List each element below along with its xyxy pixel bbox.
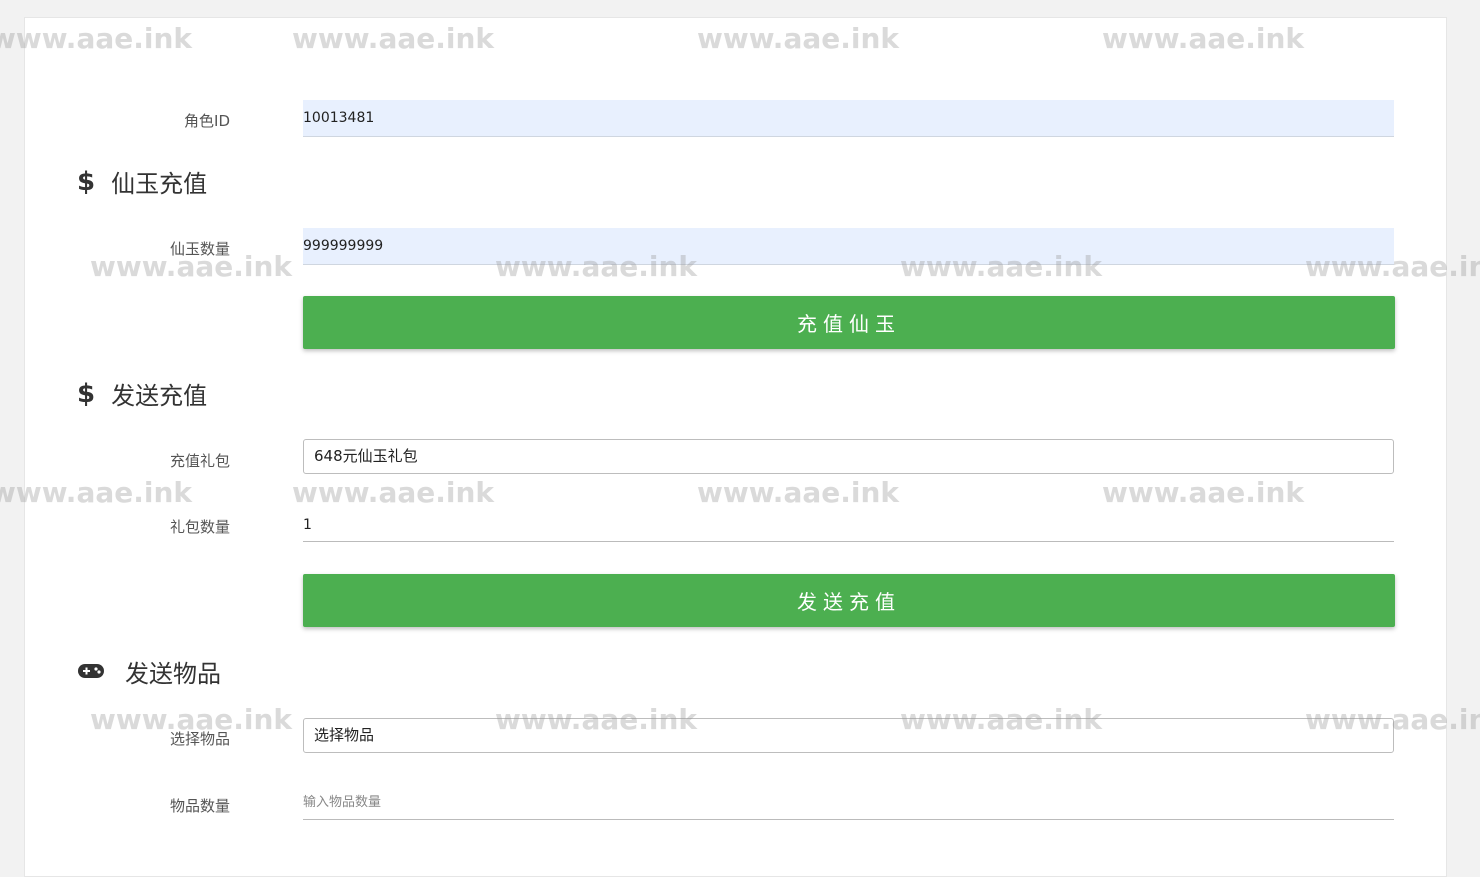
item-section-heading: 发送物品	[77, 654, 221, 689]
form-card: 角色ID 10013481 $ 仙玉充值 仙玉数量 999999999 充值仙玉…	[24, 17, 1447, 877]
item-select-label: 选择物品	[169, 730, 230, 748]
dollar-icon: $	[77, 166, 96, 197]
xianyu-section-title: 仙玉充值	[111, 170, 208, 198]
role-id-input[interactable]: 10013481	[303, 100, 1394, 137]
role-id-value: 10013481	[303, 110, 375, 126]
package-label: 充值礼包	[169, 452, 230, 470]
package-count-label: 礼包数量	[169, 518, 230, 536]
xianyu-amount-input[interactable]: 999999999	[303, 228, 1394, 265]
send-recharge-button[interactable]: 发送充值	[303, 574, 1395, 627]
dollar-icon: $	[77, 378, 96, 409]
recharge-xianyu-button[interactable]: 充值仙玉	[303, 296, 1395, 349]
recharge-section-title: 发送充值	[111, 382, 208, 410]
package-count-value: 1	[303, 517, 312, 533]
item-select[interactable]: 选择物品	[303, 718, 1394, 753]
xianyu-amount-label: 仙玉数量	[169, 240, 230, 258]
gamepad-icon	[77, 658, 105, 686]
package-select[interactable]: 648元仙玉礼包	[303, 439, 1394, 474]
item-quantity-label: 物品数量	[169, 797, 230, 815]
xianyu-section-heading: $ 仙玉充值	[77, 164, 207, 199]
item-quantity-placeholder: 输入物品数量	[303, 795, 382, 810]
item-section-title: 发送物品	[125, 660, 221, 688]
package-selected-value: 648元仙玉礼包	[314, 447, 418, 465]
item-selected-value: 选择物品	[314, 726, 375, 744]
recharge-section-heading: $ 发送充值	[77, 376, 207, 411]
item-quantity-input[interactable]: 输入物品数量	[303, 786, 1394, 820]
role-id-label: 角色ID	[184, 112, 230, 130]
xianyu-amount-value: 999999999	[303, 238, 384, 254]
package-count-input[interactable]: 1	[303, 508, 1394, 542]
